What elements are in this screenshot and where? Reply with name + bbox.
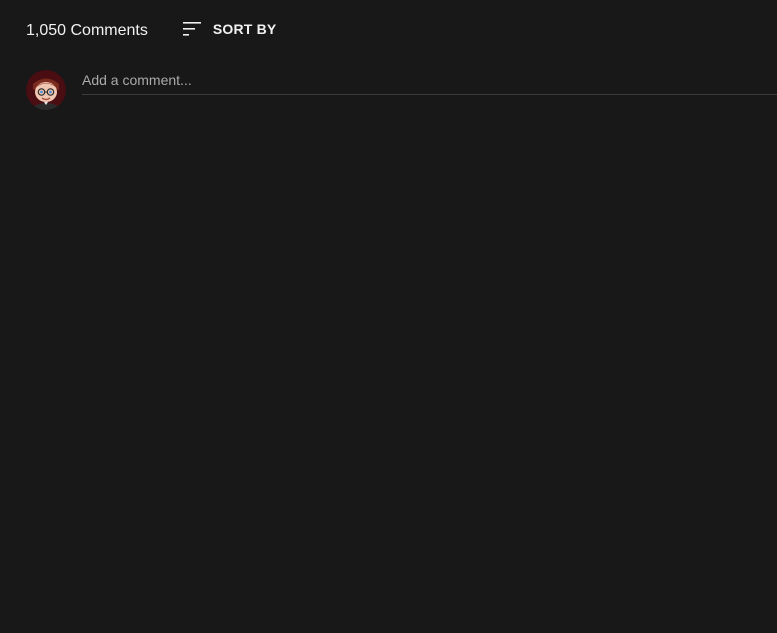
comment-input[interactable] bbox=[82, 68, 777, 92]
comments-count: 1,050 Comments bbox=[26, 22, 148, 39]
sort-by-label: SORT BY bbox=[212, 21, 277, 37]
sort-by-button[interactable]: SORT BY bbox=[182, 20, 277, 38]
comment-input-wrapper bbox=[82, 68, 777, 95]
sort-icon bbox=[182, 20, 202, 38]
comments-section: 1,050 Comments SORT BY bbox=[0, 0, 777, 633]
avatar[interactable] bbox=[26, 70, 66, 110]
comment-composer bbox=[26, 68, 777, 112]
comments-header: 1,050 Comments SORT BY bbox=[26, 16, 276, 46]
